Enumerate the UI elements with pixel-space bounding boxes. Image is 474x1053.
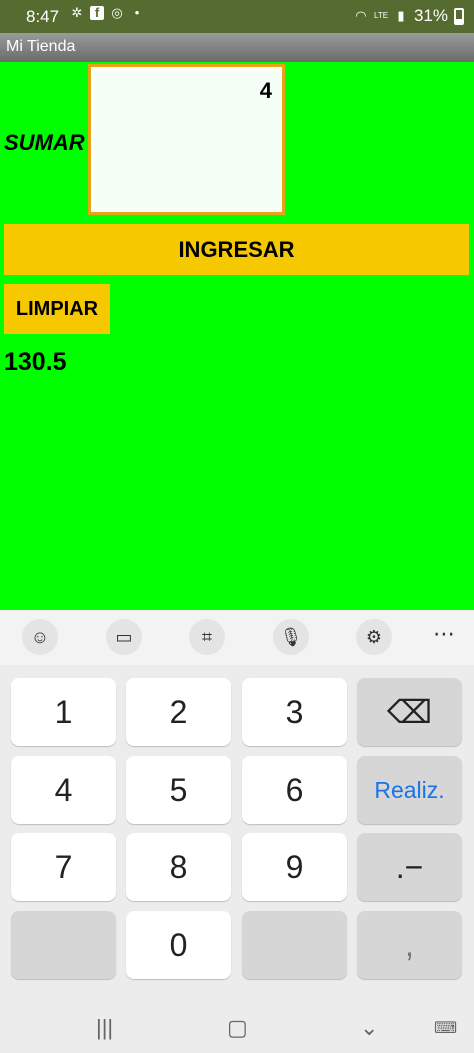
back-icon[interactable]: ⌄ — [360, 1015, 378, 1041]
battery-percent: 31% — [413, 6, 448, 25]
clipboard-icon[interactable]: ▭ — [106, 619, 142, 655]
volte-icon: LTE — [373, 11, 389, 20]
status-bar: 8:47 ✲ f ◎ • ◠ LTE ▮ 31% — [0, 0, 474, 33]
battery-icon — [454, 7, 464, 25]
signal-icon: ▮ — [397, 8, 405, 23]
dot-minus-key[interactable]: .− — [357, 833, 462, 901]
result-total: 130.5 — [4, 348, 67, 376]
key-9[interactable]: 9 — [242, 833, 347, 901]
app-title-bar: Mi Tienda — [0, 33, 474, 62]
status-time: 8:47 — [26, 7, 60, 26]
settings-icon[interactable]: ⚙ — [356, 619, 392, 655]
ingresar-button[interactable]: INGRESAR — [4, 224, 469, 275]
aperture-icon: ✲ — [71, 5, 83, 20]
key-7[interactable]: 7 — [11, 833, 116, 901]
key-2[interactable]: 2 — [126, 678, 231, 746]
wifi-icon: ◠ — [355, 8, 367, 23]
blank-key-right — [242, 911, 347, 979]
key-3[interactable]: 3 — [242, 678, 347, 746]
app-title: Mi Tienda — [6, 38, 76, 55]
amount-input-value: 4 — [259, 78, 272, 103]
key-1[interactable]: 1 — [11, 678, 116, 746]
amount-input[interactable]: 4 — [88, 64, 285, 215]
done-key[interactable]: Realiz. — [357, 756, 462, 824]
sumar-label: SUMAR — [4, 130, 85, 155]
backspace-icon: ⌫ — [386, 694, 433, 730]
recents-icon[interactable]: ||| — [96, 1015, 113, 1041]
keyboard-switch-icon[interactable]: ⌨ — [434, 1018, 457, 1038]
microphone-icon[interactable]: 🎙 — [273, 619, 309, 655]
key-8[interactable]: 8 — [126, 833, 231, 901]
keyboard-toolbar: ☺ ▭ ⌗ 🎙 ⚙ ⋯ — [0, 610, 474, 665]
key-5[interactable]: 5 — [126, 756, 231, 824]
more-icon[interactable]: ⋯ — [426, 619, 462, 655]
comma-key[interactable]: , — [357, 911, 462, 979]
system-nav-bar: ||| ▢ ⌄ ⌨ — [0, 1005, 474, 1053]
key-6[interactable]: 6 — [242, 756, 347, 824]
key-0[interactable]: 0 — [126, 911, 231, 979]
backspace-key[interactable]: ⌫ — [357, 678, 462, 746]
chrome-icon: ◎ — [111, 5, 123, 20]
key-4[interactable]: 4 — [11, 756, 116, 824]
emoji-icon[interactable]: ☺ — [22, 619, 58, 655]
dot-icon: • — [134, 5, 140, 20]
keypad-icon[interactable]: ⌗ — [189, 619, 225, 655]
limpiar-button[interactable]: LIMPIAR — [4, 284, 110, 334]
facebook-icon: f — [90, 6, 104, 20]
home-icon[interactable]: ▢ — [227, 1015, 248, 1041]
blank-key-left — [11, 911, 116, 979]
numeric-keyboard: 1 2 3 ⌫ 4 5 6 Realiz. 7 8 9 .− 0 , — [0, 665, 474, 1005]
